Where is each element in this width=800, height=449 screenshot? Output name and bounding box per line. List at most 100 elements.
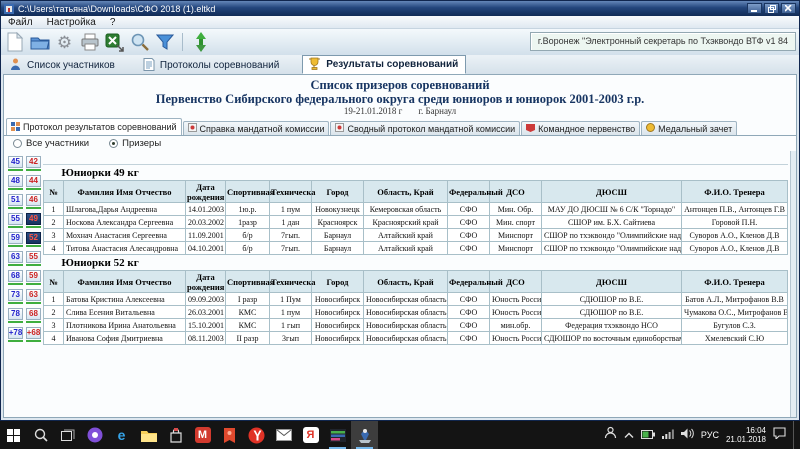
weight-button-female-68[interactable]: 68 [26,308,41,323]
column-header[interactable]: Ф.И.О. Тренера [682,181,788,203]
column-header[interactable]: Техническа [270,181,312,203]
table-row[interactable]: 4Иванова София Дмитриевна08.11.2003II ра… [44,332,788,345]
people-icon[interactable] [604,426,617,444]
table-row[interactable]: 1Шлагова,Дарья Андреевна14.01.20031ю.р.1… [44,203,788,216]
start-button-icon[interactable] [0,421,27,449]
table-row[interactable]: 3Плотникова Ирина Анатольевна15.10.2001К… [44,319,788,332]
weight-button-male-68[interactable]: 68 [8,270,23,285]
weight-button-female-59[interactable]: 59 [26,270,41,285]
menu-item-1[interactable]: Настройка [40,17,103,28]
weight-button-female-63[interactable]: 63 [26,289,41,304]
minimize-button[interactable] [747,3,762,14]
filter-radio-0[interactable]: Все участники [13,138,89,149]
column-header[interactable]: № [44,271,64,293]
action-center-icon[interactable] [773,426,786,444]
menu-item-0[interactable]: Файл [1,17,40,28]
close-button[interactable] [781,3,796,14]
column-header[interactable]: Спортивная [226,271,270,293]
new-file-icon[interactable] [3,31,26,53]
weight-underline [26,340,41,342]
protocols-icon [143,58,155,74]
task-view-icon[interactable] [54,421,81,449]
column-header[interactable]: Федеральный [448,271,490,293]
weight-button-male-63[interactable]: 63 [8,251,23,266]
vertical-scrollbar[interactable] [790,151,796,417]
column-header[interactable]: Фамилия Имя Отчество [64,181,186,203]
column-header[interactable]: Техническа [270,271,312,293]
weight-button-female-55[interactable]: 55 [26,251,41,266]
sub-tab-3[interactable]: Командное первенство [521,121,640,135]
column-header[interactable]: Фамилия Имя Отчество [64,271,186,293]
weight-button-male-45[interactable]: 45 [8,156,23,171]
search-icon[interactable] [128,31,151,53]
column-header[interactable]: ДЮСШ [542,181,682,203]
weight-button-female-49[interactable]: 49 [26,213,41,228]
battery-icon[interactable] [641,426,655,444]
restore-button[interactable] [764,3,779,14]
column-header[interactable]: Город [312,181,364,203]
show-desktop-button[interactable] [793,421,796,449]
weight-button-female-44[interactable]: 44 [26,175,41,190]
print-icon[interactable] [78,31,101,53]
yandex-browser-icon[interactable] [243,421,270,449]
column-header[interactable]: Федеральный [448,181,490,203]
column-header[interactable]: № [44,181,64,203]
main-tab-2[interactable]: Результаты соревнований [302,55,466,74]
sync-icon[interactable] [189,31,212,53]
column-header[interactable]: Спортивная [226,181,270,203]
table-row[interactable]: 3Мохнач Анастасия Сергеевна11.09.2001б/р… [44,229,788,242]
yandex-ya-icon[interactable]: Я [297,421,324,449]
reader-app-icon[interactable] [216,421,243,449]
column-header[interactable]: Область, Край [364,181,448,203]
menu-item-2[interactable]: ? [103,17,123,28]
column-header[interactable]: Город [312,271,364,293]
sub-tab-0[interactable]: Протокол результатов соревнований [6,118,182,135]
column-header[interactable]: Ф.И.О. Тренера [682,271,788,293]
column-header[interactable]: ДЮСШ [542,271,682,293]
weight-button-male-48[interactable]: 48 [8,175,23,190]
network-icon[interactable] [662,426,674,444]
weight-button-female-+68[interactable]: +68 [26,327,41,342]
table-row[interactable]: 4Титова Анастасия Алесандровна04.10.2001… [44,242,788,255]
mail-app-icon[interactable] [270,421,297,449]
main-tab-1[interactable]: Протоколы соревнований [138,57,286,74]
weight-button-female-46[interactable]: 46 [26,194,41,209]
language-indicator[interactable]: РУС [701,430,719,440]
weight-button-male-59[interactable]: 59 [8,232,23,247]
sub-tab-2[interactable]: Сводный протокол мандатной комиссии [330,121,520,135]
weight-button-male-+78[interactable]: +78 [8,327,23,342]
weight-button-male-55[interactable]: 55 [8,213,23,228]
taskbar-search-icon[interactable] [27,421,54,449]
open-folder-icon[interactable] [28,31,51,53]
store-icon[interactable] [162,421,189,449]
taekwondo-app-icon[interactable] [351,421,378,449]
file-explorer-icon[interactable] [135,421,162,449]
excel-export-icon[interactable] [103,31,126,53]
edge-browser-icon[interactable]: e [108,421,135,449]
sub-tab-4[interactable]: Медальный зачет [641,121,737,135]
volume-icon[interactable] [681,426,694,444]
report-city: г. Барнаул [418,106,456,116]
weight-button-female-42[interactable]: 42 [26,156,41,171]
weight-button-male-51[interactable]: 51 [8,194,23,209]
weight-button-female-52[interactable]: 52 [26,232,41,247]
clock[interactable]: 16:04 21.01.2018 [726,426,766,444]
column-header[interactable]: Дата рождения [186,271,226,293]
table-row[interactable]: 2Слива Есения Витальевна26.03.2001КМС1 п… [44,306,788,319]
mail-ru-icon[interactable]: M [189,421,216,449]
sub-tab-1[interactable]: Справка мандатной комиссии [183,121,330,135]
tray-expand-chevron-icon[interactable] [624,426,634,444]
settings-gear-icon[interactable]: ⚙ [53,31,76,53]
weight-button-male-73[interactable]: 73 [8,289,23,304]
filter-icon[interactable] [153,31,176,53]
column-header[interactable]: Область, Край [364,271,448,293]
main-tab-0[interactable]: Список участников [4,57,122,74]
cell: Суворов А.О., Кленов Д.В [682,229,788,242]
voice-assistant-icon[interactable] [81,421,108,449]
media-app-icon[interactable] [324,421,351,449]
table-row[interactable]: 2Носкова Александра Сергеевна20.03.20021… [44,216,788,229]
weight-button-male-78[interactable]: 78 [8,308,23,323]
column-header[interactable]: Дата рождения [186,181,226,203]
table-row[interactable]: 1Батова Кристина Алексеевна09.09.2003I р… [44,293,788,306]
filter-radio-1[interactable]: Призеры [109,138,161,149]
